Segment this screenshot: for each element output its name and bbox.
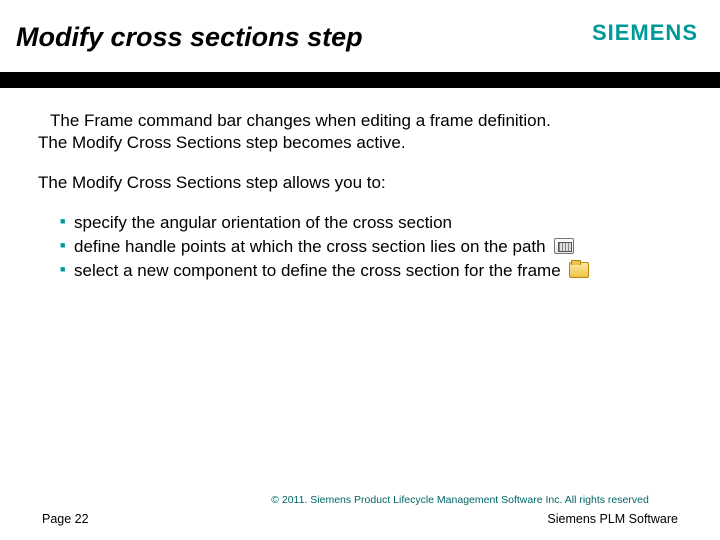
header: Modify cross sections step SIEMENS [0,0,720,72]
page-number: Page 22 [42,512,89,526]
copyright-text: © 2011. Siemens Product Lifecycle Manage… [0,494,720,506]
page-title: Modify cross sections step [16,22,363,53]
bullet-text: define handle points at which the cross … [74,237,546,256]
list-item: specify the angular orientation of the c… [60,212,682,234]
list-item: define handle points at which the cross … [60,236,682,258]
paragraph-2: The Modify Cross Sections step allows yo… [38,172,682,194]
paragraph-1: The Frame command bar changes when editi… [38,110,682,154]
footer-row: Page 22 Siemens PLM Software [0,512,720,526]
body-content: The Frame command bar changes when editi… [38,110,682,285]
list-item: select a new component to define the cro… [60,260,682,282]
footer: © 2011. Siemens Product Lifecycle Manage… [0,494,720,526]
bullet-text: select a new component to define the cro… [74,261,561,280]
siemens-logo: SIEMENS [592,20,698,46]
slide: Modify cross sections step SIEMENS The F… [0,0,720,540]
handle-points-icon [554,238,574,254]
paragraph-1-line-1: The Frame command bar changes when editi… [50,111,551,130]
product-name: Siemens PLM Software [547,512,678,526]
bullet-text: specify the angular orientation of the c… [74,213,452,232]
paragraph-1-line-2: The Modify Cross Sections step becomes a… [38,133,406,152]
folder-open-icon [569,262,589,278]
bullet-list: specify the angular orientation of the c… [60,212,682,282]
header-divider [0,72,720,88]
